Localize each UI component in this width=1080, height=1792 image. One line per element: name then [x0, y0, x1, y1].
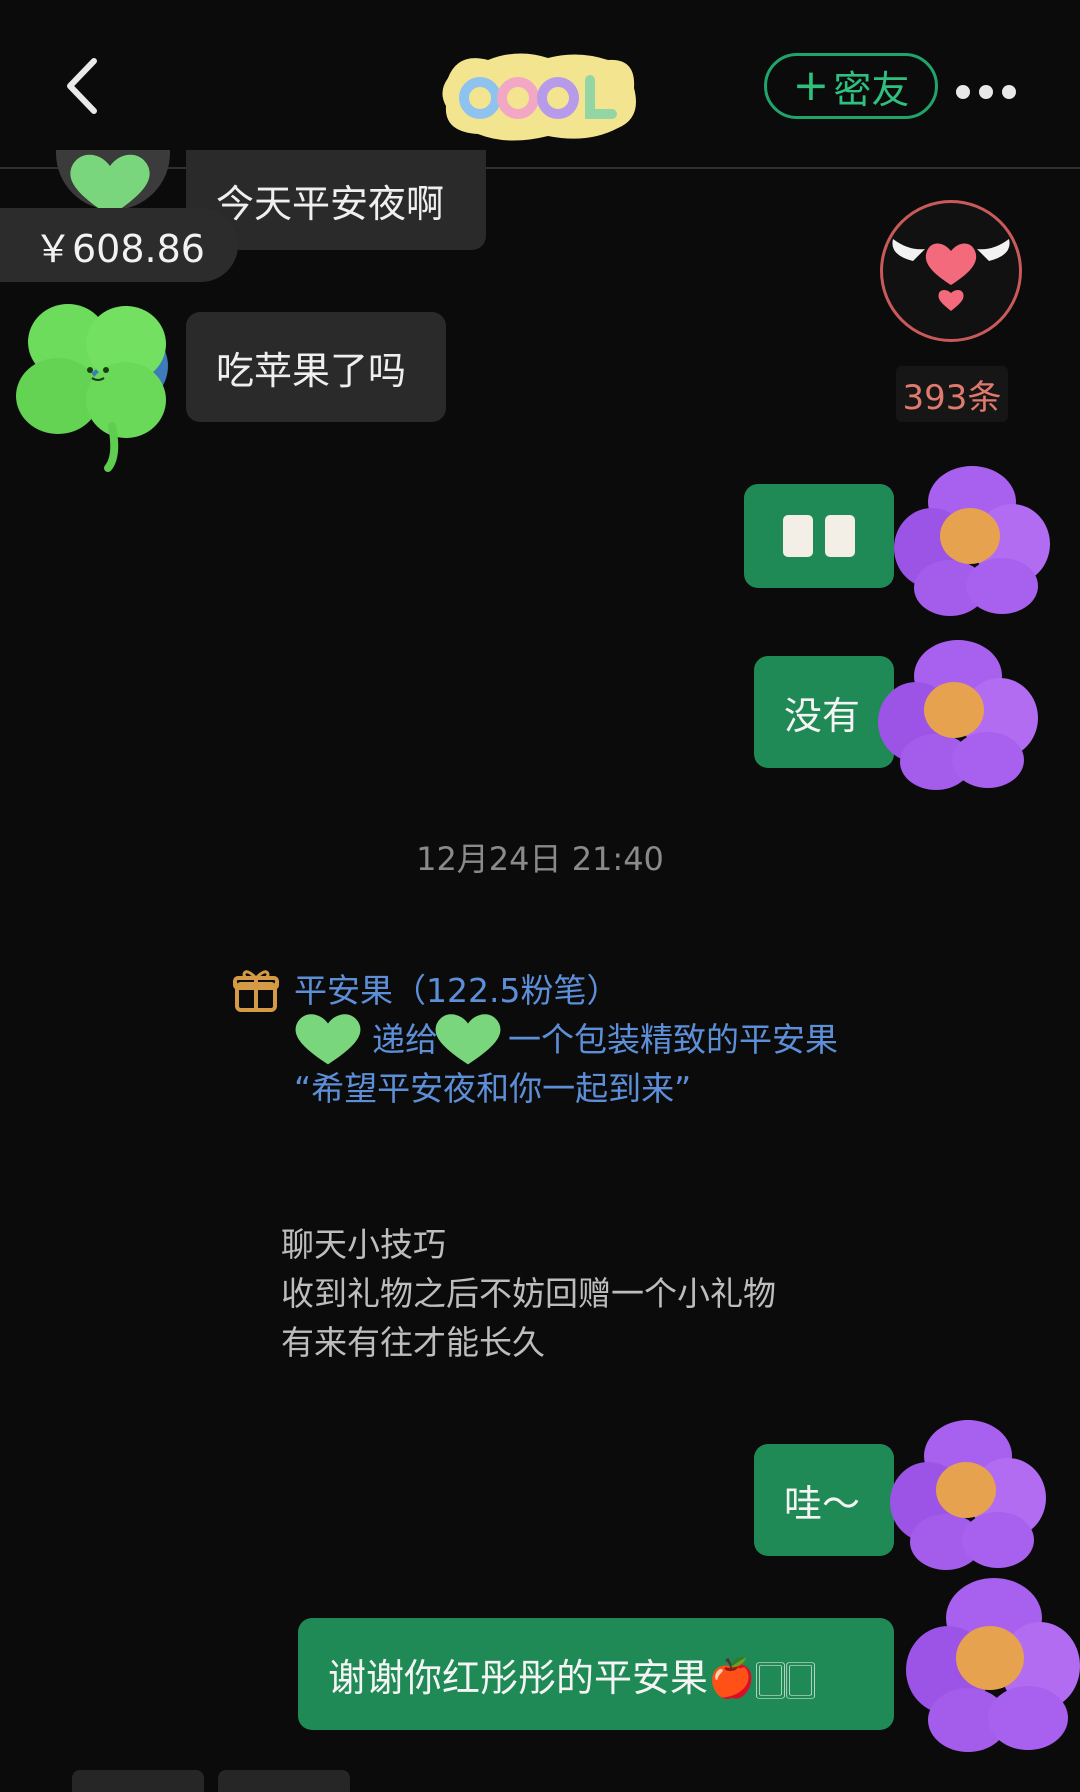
- flower-avatar[interactable]: [894, 464, 1050, 616]
- tips-line: 收到礼物之后不妨回赠一个小礼物: [281, 1274, 776, 1313]
- chat-tips: 聊天小技巧 收到礼物之后不妨回赠一个小礼物 有来有往才能长久: [281, 1220, 776, 1367]
- gift-icon: [232, 966, 280, 1014]
- gift-wish: “希望平安夜和你一起到来”: [294, 1069, 692, 1108]
- message-bubble-outgoing[interactable]: [744, 484, 894, 588]
- gift-title: 平安果（122.5粉笔）: [294, 971, 620, 1010]
- plus-icon: +: [792, 60, 830, 111]
- message-text: 谢谢你红彤彤的平安果🍎🀆🀆: [328, 1655, 816, 1700]
- message-bubble-outgoing[interactable]: 哇～: [754, 1444, 894, 1556]
- message-bubble-outgoing[interactable]: 谢谢你红彤彤的平安果🍎🀆🀆: [298, 1618, 894, 1730]
- heart-sticker: [432, 1010, 504, 1068]
- bottom-action-button[interactable]: [218, 1770, 350, 1792]
- back-icon[interactable]: [60, 55, 108, 117]
- gift-message[interactable]: 平安果（122.5粉笔） 递给 一个包装精致的平安果 “希望平安夜和你一起到来”: [294, 966, 838, 1113]
- more-icon[interactable]: [956, 82, 1020, 102]
- add-friend-label: 密友: [833, 67, 910, 112]
- tips-title: 聊天小技巧: [281, 1225, 446, 1264]
- message-text: 今天平安夜啊: [216, 181, 445, 226]
- price-tag: ￥608.86: [0, 208, 238, 282]
- heart-sticker: [292, 1010, 364, 1068]
- message-text: 吃苹果了吗: [216, 348, 407, 393]
- add-close-friend-button[interactable]: + 密友: [764, 53, 938, 119]
- message-bubble-incoming[interactable]: 吃苹果了吗: [186, 312, 446, 422]
- message-bubble-outgoing[interactable]: 没有: [754, 656, 894, 768]
- message-text: 没有: [784, 693, 861, 738]
- message-text: 哇～: [784, 1481, 861, 1526]
- tips-line: 有来有往才能长久: [281, 1323, 545, 1362]
- clover-avatar[interactable]: [8, 296, 180, 472]
- heart-wings-icon[interactable]: [880, 200, 1022, 342]
- flower-avatar[interactable]: [890, 1418, 1046, 1570]
- cool-logo: [438, 48, 642, 146]
- bottom-action-button[interactable]: [72, 1770, 204, 1792]
- sticker-emoji-pair: [783, 515, 855, 557]
- timestamp: 12月24日 21:40: [416, 840, 664, 878]
- gift-line: 递给 一个包装精致的平安果: [372, 1020, 838, 1059]
- message-count-badge: 393条: [896, 366, 1008, 422]
- flower-avatar[interactable]: [906, 1574, 1080, 1754]
- flower-avatar[interactable]: [878, 636, 1038, 792]
